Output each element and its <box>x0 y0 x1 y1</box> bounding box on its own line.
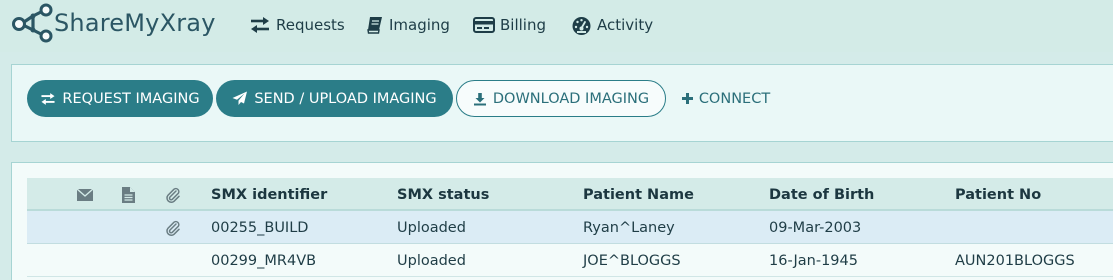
column-header-date-of-birth[interactable]: Date of Birth <box>769 178 874 211</box>
cell-patient-name: Ryan^Laney <box>583 219 675 236</box>
book-icon <box>367 17 382 34</box>
table-row[interactable]: 00299_MR4VB Uploaded JOE^BLOGGS 16-Jan-1… <box>27 244 1113 277</box>
brand-name: ShareMyXray <box>54 9 216 37</box>
column-header-smx-status[interactable]: SMX status <box>397 178 489 211</box>
nav-imaging[interactable]: Imaging <box>366 13 450 37</box>
send-upload-imaging-button[interactable]: SEND / UPLOAD IMAGING <box>216 80 453 117</box>
molecule-logo-icon <box>12 3 53 43</box>
download-icon <box>473 92 486 105</box>
cell-date-of-birth: 16-Jan-1945 <box>769 252 858 269</box>
paperclip-icon[interactable] <box>163 178 183 211</box>
nav-imaging-label: Imaging <box>389 16 450 34</box>
paper-plane-icon <box>232 91 248 105</box>
nav-activity-label: Activity <box>597 16 654 34</box>
paperclip-icon[interactable] <box>163 211 183 244</box>
send-upload-imaging-label: SEND / UPLOAD IMAGING <box>254 90 437 107</box>
exchange-arrows-icon <box>41 92 55 105</box>
table-row[interactable]: 00255_BUILD Uploaded Ryan^Laney 09-Mar-2… <box>27 211 1113 244</box>
top-navbar: ShareMyXray Requests Imaging Billing Act… <box>0 0 1113 52</box>
nav-billing-label: Billing <box>500 16 546 34</box>
cell-patient-name: JOE^BLOGGS <box>583 252 681 269</box>
brand-name-part1: Share <box>54 9 125 37</box>
download-imaging-button[interactable]: DOWNLOAD IMAGING <box>456 80 666 117</box>
plus-icon <box>681 93 693 104</box>
exchange-arrows-icon <box>251 17 269 33</box>
cell-smx-status: Uploaded <box>397 252 466 269</box>
request-imaging-label: REQUEST IMAGING <box>62 90 200 107</box>
cell-date-of-birth: 09-Mar-2003 <box>769 219 862 236</box>
envelope-icon[interactable] <box>75 178 95 211</box>
actions-panel: REQUEST IMAGING SEND / UPLOAD IMAGING DO… <box>11 64 1113 142</box>
table-header-row: SMX identifier SMX status Patient Name D… <box>27 178 1113 211</box>
column-header-patient-name[interactable]: Patient Name <box>583 178 694 211</box>
brand-logo[interactable]: ShareMyXray <box>9 3 216 43</box>
document-icon[interactable] <box>118 178 138 211</box>
cell-patient-no: AUN201BLOGGS <box>955 252 1075 269</box>
nav-requests[interactable]: Requests <box>249 13 345 37</box>
cell-smx-identifier: 00299_MR4VB <box>211 252 317 269</box>
dashboard-gauge-icon <box>572 16 591 35</box>
download-imaging-label: DOWNLOAD IMAGING <box>492 90 650 107</box>
brand-name-part2: MyXray <box>124 9 216 37</box>
column-header-smx-identifier[interactable]: SMX identifier <box>211 178 327 211</box>
nav-requests-label: Requests <box>276 16 345 34</box>
cell-smx-identifier: 00255_BUILD <box>211 219 309 236</box>
nav-activity[interactable]: Activity <box>571 13 653 37</box>
nav-billing[interactable]: Billing <box>473 13 546 37</box>
imaging-table-panel: SMX identifier SMX status Patient Name D… <box>11 162 1113 280</box>
column-header-patient-no[interactable]: Patient No <box>955 178 1041 211</box>
connect-button[interactable]: CONNECT <box>676 80 776 117</box>
cell-smx-status: Uploaded <box>397 219 466 236</box>
connect-label: CONNECT <box>698 90 771 107</box>
credit-card-icon <box>473 17 495 33</box>
request-imaging-button[interactable]: REQUEST IMAGING <box>27 80 213 117</box>
